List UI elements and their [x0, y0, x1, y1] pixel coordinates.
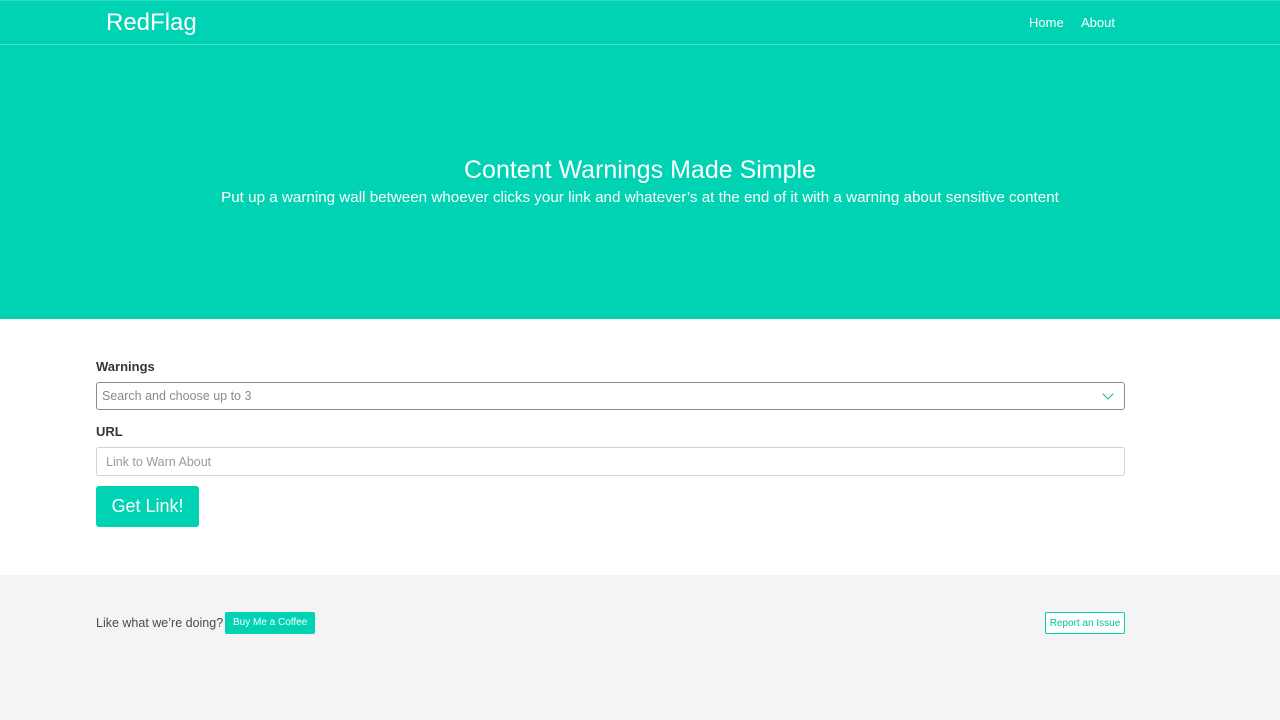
url-input[interactable]	[96, 447, 1125, 476]
footer: Like what we’re doing? Buy Me a Coffee R…	[0, 575, 1280, 720]
brand-logo[interactable]: RedFlag	[106, 9, 197, 37]
navbar: RedFlag Home About	[0, 0, 1280, 45]
report-issue-button[interactable]: Report an Issue	[1045, 612, 1125, 634]
buy-me-a-coffee-button[interactable]: Buy Me a Coffee	[225, 612, 316, 634]
get-link-button[interactable]: Get Link!	[96, 486, 199, 527]
nav-link-about[interactable]: About	[1081, 15, 1115, 30]
hero-title: Content Warnings Made Simple	[463, 156, 816, 184]
warnings-select-placeholder: Search and choose up to 3	[102, 389, 252, 403]
nav-link-home[interactable]: Home	[1029, 15, 1064, 30]
warnings-label: Warnings	[96, 359, 155, 374]
hero-banner: Content Warnings Made Simple Put up a wa…	[0, 45, 1280, 319]
url-label: URL	[96, 424, 123, 439]
hero-subtitle: Put up a warning wall between whoever cl…	[221, 189, 1059, 206]
footer-prompt: Like what we’re doing?	[96, 616, 224, 630]
chevron-down-icon[interactable]	[1102, 388, 1114, 400]
warnings-select[interactable]: Search and choose up to 3	[96, 382, 1125, 410]
